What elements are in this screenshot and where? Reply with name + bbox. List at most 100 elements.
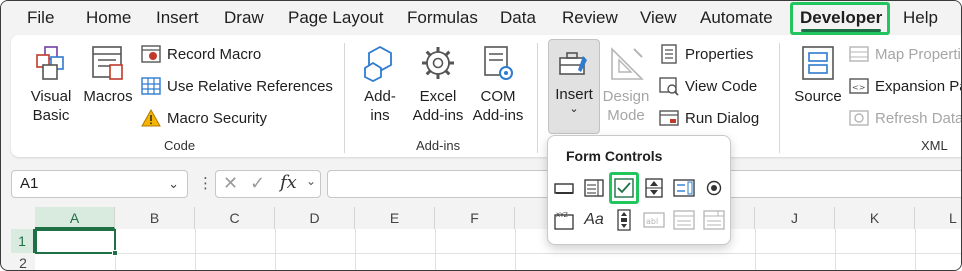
view-code-label: View Code <box>685 77 758 95</box>
column-header-k[interactable]: K <box>835 207 915 229</box>
excel-addins-label-1: Excel <box>419 88 457 105</box>
refresh-data-button[interactable]: Refresh Data <box>849 105 961 131</box>
chevron-down-icon[interactable]: ⌄ <box>168 171 179 197</box>
column-gridline <box>835 229 836 270</box>
column-header-e[interactable]: E <box>355 207 435 229</box>
scroll-bar-control-icon[interactable] <box>612 208 636 232</box>
view-code-button[interactable]: View Code <box>659 73 757 99</box>
excel-addins-label-2: Add-ins <box>412 107 464 124</box>
column-gridline <box>515 229 516 270</box>
label-control-icon[interactable]: Aa <box>582 208 606 232</box>
addins-label-2: ins <box>370 107 390 124</box>
tab-review[interactable]: Review <box>562 5 618 31</box>
xml-source-label: Source <box>794 88 842 105</box>
tab-data[interactable]: Data <box>500 5 536 31</box>
use-relative-references-label: Use Relative References <box>167 77 333 95</box>
button-control-icon[interactable] <box>552 176 576 200</box>
gear-icon <box>422 47 454 79</box>
com-addins-label-2: Add-ins <box>472 107 524 124</box>
cancel-icon[interactable]: ✕ <box>223 173 238 194</box>
design-mode-icon <box>611 47 644 80</box>
row-header-1[interactable]: 1 <box>11 229 35 253</box>
chevron-down-icon[interactable]: ⌄ <box>306 174 316 188</box>
tab-insert[interactable]: Insert <box>156 5 199 31</box>
column-gridline <box>355 229 356 270</box>
tab-automate[interactable]: Automate <box>700 5 773 31</box>
row-header-2[interactable]: 2 <box>11 253 35 270</box>
xyz-label: XYZ <box>556 212 568 219</box>
column-header-b[interactable]: B <box>115 207 195 229</box>
insert-function-icon[interactable]: fx <box>280 172 297 193</box>
macros-icon <box>92 46 123 80</box>
column-header-j[interactable]: J <box>755 207 835 229</box>
fill-handle[interactable] <box>112 250 118 256</box>
column-header-f[interactable]: F <box>435 207 515 229</box>
run-dialog-button[interactable]: Run Dialog <box>659 105 759 131</box>
com-addins-button[interactable]: COM Add-ins <box>469 43 527 125</box>
macro-security-button[interactable]: Macro Security <box>141 105 267 131</box>
tab-file[interactable]: File <box>27 5 54 31</box>
abl-label: abl <box>646 217 658 226</box>
list-box-control-icon[interactable] <box>672 176 696 200</box>
tab-help[interactable]: Help <box>903 5 938 31</box>
addins-button[interactable]: Add- ins <box>356 43 404 125</box>
column-header-c[interactable]: C <box>195 207 275 229</box>
map-properties-icon <box>849 44 869 64</box>
insert-control-button[interactable]: Insert ⌄ <box>548 39 600 134</box>
excel-addins-button[interactable]: Excel Add-ins <box>409 43 467 125</box>
run-dialog-label: Run Dialog <box>685 109 760 127</box>
code-group-label: Code <box>164 138 196 153</box>
chevron-down-icon: ⌄ <box>569 103 579 115</box>
tab-draw[interactable]: Draw <box>224 5 264 31</box>
insert-label: Insert <box>555 86 593 103</box>
text-field-control-icon[interactable]: abl <box>642 208 666 232</box>
xml-source-button[interactable]: Source <box>789 43 847 106</box>
properties-icon <box>659 44 679 64</box>
properties-button[interactable]: Properties <box>659 41 753 67</box>
tab-formulas[interactable]: Formulas <box>407 5 478 31</box>
select-all-corner[interactable] <box>11 207 35 229</box>
combo-list-edit-control-icon[interactable] <box>672 208 696 232</box>
option-button-control-icon[interactable] <box>702 176 726 200</box>
name-box[interactable]: A1 ⌄ <box>11 170 188 198</box>
group-separator <box>779 43 780 153</box>
row-gridline <box>35 253 961 254</box>
macros-button[interactable]: Macros <box>81 43 135 106</box>
column-gridline <box>755 229 756 270</box>
group-box-control-icon[interactable]: XYZ <box>552 208 576 232</box>
record-macro-button[interactable]: Record Macro <box>141 41 261 67</box>
visual-basic-button[interactable]: Visual Basic <box>23 43 79 125</box>
more-options-icon[interactable]: ⋮ <box>198 174 213 192</box>
combo-box-control-icon[interactable] <box>582 176 606 200</box>
column-header-d[interactable]: D <box>275 207 355 229</box>
column-gridline <box>275 229 276 270</box>
view-code-icon <box>659 76 679 96</box>
addins-group-label: Add-ins <box>416 138 461 153</box>
column-header-l[interactable]: L <box>915 207 961 229</box>
run-dialog-icon <box>659 108 679 128</box>
excel-window: File Home Insert Draw Page Layout Formul… <box>0 0 962 271</box>
map-properties-button[interactable]: Map Properti <box>849 41 961 67</box>
macro-security-label: Macro Security <box>167 109 268 127</box>
expansion-packs-button[interactable]: <> Expansion Pa <box>849 73 961 99</box>
toolbox-icon <box>559 52 587 75</box>
visual-basic-icon <box>36 46 64 80</box>
group-separator <box>537 43 538 153</box>
combo-drop-down-edit-control-icon[interactable] <box>702 208 726 232</box>
design-mode-button[interactable]: Design Mode <box>601 43 651 125</box>
design-mode-label-2: Mode <box>607 107 645 124</box>
cell-grid[interactable] <box>35 229 961 270</box>
spin-button-control-icon[interactable] <box>642 176 666 200</box>
enter-icon[interactable]: ✓ <box>250 173 265 194</box>
addins-label-1: Add- <box>364 88 396 105</box>
column-header-a[interactable]: A <box>35 207 115 229</box>
xml-group-label: XML <box>921 138 948 153</box>
tab-page-layout[interactable]: Page Layout <box>288 5 383 31</box>
selected-cell-a1[interactable] <box>35 229 116 254</box>
use-relative-references-button[interactable]: Use Relative References <box>141 73 333 99</box>
svg-text:<>: <> <box>852 83 865 92</box>
tab-home[interactable]: Home <box>86 5 131 31</box>
tab-view[interactable]: View <box>640 5 677 31</box>
refresh-icon <box>849 108 869 128</box>
group-separator <box>344 43 345 153</box>
